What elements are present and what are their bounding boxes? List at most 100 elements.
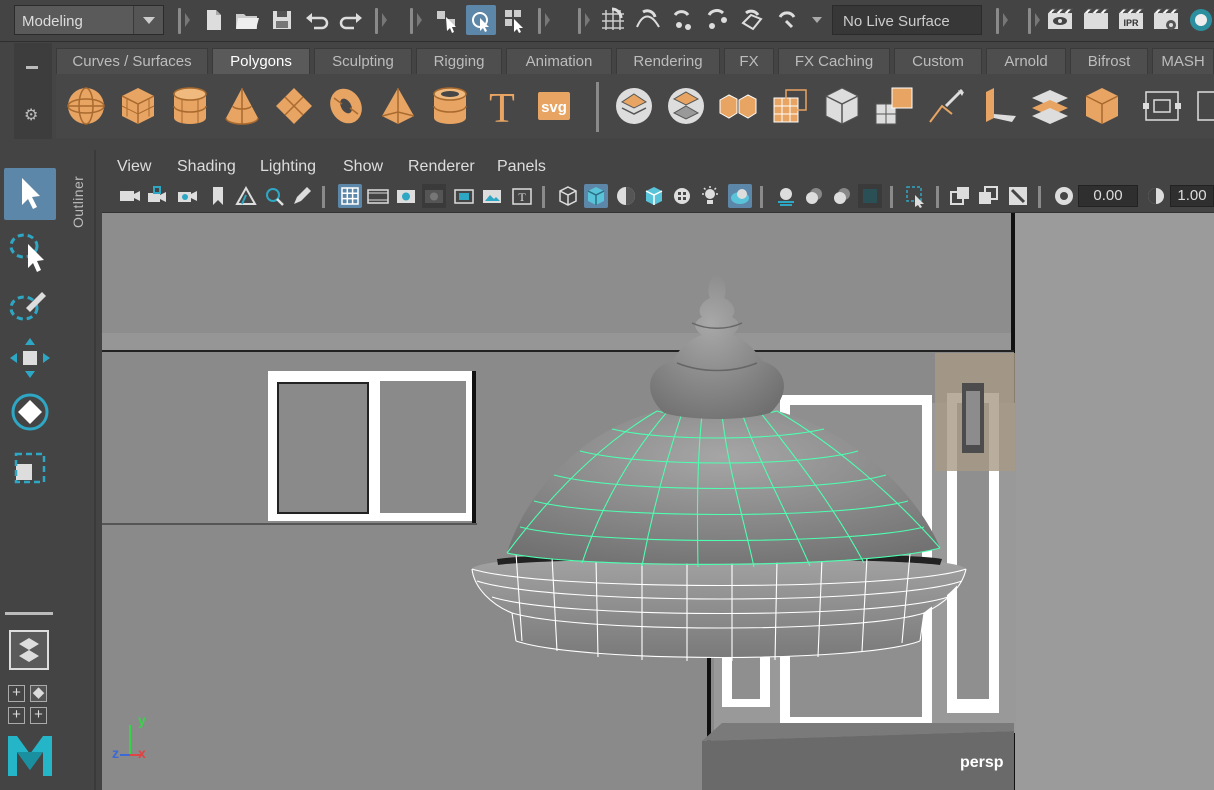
single-perspective-layout-button[interactable] [9, 630, 49, 670]
resolution-gate-icon[interactable] [394, 184, 418, 208]
collapse-chevron-icon[interactable] [1035, 13, 1040, 27]
poke-icon[interactable] [1140, 84, 1184, 128]
shelf-tabs-menu-icon[interactable] [26, 66, 38, 69]
svg-tool-icon[interactable]: svg [532, 84, 576, 128]
render-view-icon[interactable] [1045, 5, 1075, 35]
mirror-icon[interactable] [716, 84, 760, 128]
live-surface-field[interactable]: No Live Surface [832, 5, 982, 35]
tab-sculpting[interactable]: Sculpting [314, 48, 412, 74]
smooth-icon[interactable] [768, 84, 812, 128]
two-d-pan-zoom-icon[interactable] [262, 184, 286, 208]
select-hierarchy-icon[interactable] [432, 5, 462, 35]
tab-arnold[interactable]: Arnold [986, 48, 1066, 74]
new-scene-icon[interactable] [198, 5, 228, 35]
move-tool-icon[interactable] [4, 332, 56, 384]
tab-rendering[interactable]: Rendering [616, 48, 720, 74]
lock-camera-icon[interactable] [146, 184, 170, 208]
field-chart-icon[interactable] [452, 184, 476, 208]
menu-panels[interactable]: Panels [497, 158, 546, 176]
tab-rigging[interactable]: Rigging [416, 48, 502, 74]
gamma-field[interactable]: 1.00 [1170, 185, 1214, 207]
open-scene-icon[interactable] [232, 5, 262, 35]
persp-outliner-layout-icon[interactable]: ◆ [30, 685, 47, 702]
select-tool-icon[interactable] [4, 168, 56, 220]
render-current-icon[interactable] [1081, 5, 1111, 35]
gamma-icon[interactable] [1144, 184, 1168, 208]
chevron-down-icon[interactable] [133, 6, 163, 34]
tab-polygons[interactable]: Polygons [212, 48, 310, 74]
chevron-down-icon[interactable] [812, 17, 822, 23]
poly-torus-icon[interactable] [324, 84, 368, 128]
collapse-chevron-icon[interactable] [585, 13, 590, 27]
lasso-tool-icon[interactable] [4, 224, 56, 276]
tab-animation[interactable]: Animation [506, 48, 612, 74]
isolate-select-icon[interactable] [858, 184, 882, 208]
safe-title-icon[interactable]: T [510, 184, 534, 208]
bridge-icon[interactable] [976, 84, 1020, 128]
snap-curve-icon[interactable] [633, 5, 663, 35]
redo-icon[interactable] [336, 5, 366, 35]
motion-blur-icon[interactable] [774, 184, 798, 208]
poly-plane-icon[interactable] [272, 84, 316, 128]
snap-grid-icon[interactable] [598, 5, 628, 35]
collapse-chevron-icon[interactable] [185, 13, 190, 27]
select-object-icon[interactable] [466, 5, 496, 35]
collapse-chevron-icon[interactable] [545, 13, 550, 27]
menu-shading[interactable]: Shading [177, 158, 236, 176]
three-view-layout-icon[interactable]: + [30, 707, 47, 724]
grid-toggle-icon[interactable] [338, 184, 362, 208]
poly-cone-icon[interactable] [220, 84, 264, 128]
wedge-icon[interactable] [1192, 84, 1214, 128]
poly-pipe-icon[interactable] [428, 84, 472, 128]
exposure-icon[interactable] [1052, 184, 1076, 208]
xray-select-icon[interactable] [904, 184, 928, 208]
collapse-chevron-icon[interactable] [417, 13, 422, 27]
gear-icon[interactable]: ⚙ [24, 105, 38, 125]
scale-tool-icon[interactable] [4, 442, 56, 494]
camera-icon[interactable] [118, 184, 142, 208]
exposure-field[interactable]: 0.00 [1078, 185, 1138, 207]
select-component-icon[interactable] [500, 5, 530, 35]
poly-pyramid-icon[interactable] [376, 84, 420, 128]
screen-space-ao-icon[interactable] [728, 184, 752, 208]
default-material-icon[interactable] [614, 184, 638, 208]
camera-attributes-icon[interactable] [176, 184, 200, 208]
tab-curves-surfaces[interactable]: Curves / Surfaces [56, 48, 208, 74]
render-settings-icon[interactable] [1151, 5, 1181, 35]
shadows-icon[interactable] [698, 184, 722, 208]
poly-cube-icon[interactable] [116, 84, 160, 128]
xray-icon[interactable] [948, 184, 972, 208]
undo-icon[interactable] [302, 5, 332, 35]
menu-view[interactable]: View [117, 158, 151, 176]
type-tool-icon[interactable]: T [480, 84, 524, 132]
wireframe-icon[interactable] [556, 184, 580, 208]
smooth-shade-icon[interactable] [584, 184, 608, 208]
xray-components-icon[interactable] [1006, 184, 1030, 208]
multisample-aa-icon[interactable] [802, 184, 826, 208]
tab-bifrost[interactable]: Bifrost [1070, 48, 1148, 74]
grease-pencil-icon[interactable] [290, 184, 314, 208]
tab-fx-caching[interactable]: FX Caching [778, 48, 890, 74]
film-gate-icon[interactable] [366, 184, 390, 208]
outliner-tab[interactable]: Outliner [66, 150, 97, 790]
image-plane-icon[interactable] [234, 184, 258, 208]
safe-action-icon[interactable] [480, 184, 504, 208]
menu-set-dropdown[interactable]: Modeling [14, 5, 164, 35]
use-all-lights-icon[interactable] [670, 184, 694, 208]
poly-cylinder-icon[interactable] [168, 84, 212, 128]
multi-cut-icon[interactable] [924, 84, 968, 128]
fill-hole-icon[interactable] [1080, 84, 1124, 128]
two-view-layout-icon[interactable]: + [8, 707, 25, 724]
snap-point-icon[interactable] [667, 5, 697, 35]
poly-sphere-icon[interactable] [64, 84, 108, 128]
textured-icon[interactable] [642, 184, 666, 208]
rotate-tool-icon[interactable] [4, 386, 56, 438]
tab-fx[interactable]: FX [724, 48, 774, 74]
perspective-viewport[interactable]: y x z [102, 212, 1214, 790]
depth-of-field-icon[interactable] [830, 184, 854, 208]
combine-icon[interactable] [612, 84, 656, 128]
xray-joints-icon[interactable] [976, 184, 1000, 208]
four-view-layout-icon[interactable]: + [8, 685, 25, 702]
extrude-icon[interactable] [872, 84, 916, 128]
menu-lighting[interactable]: Lighting [260, 158, 316, 176]
